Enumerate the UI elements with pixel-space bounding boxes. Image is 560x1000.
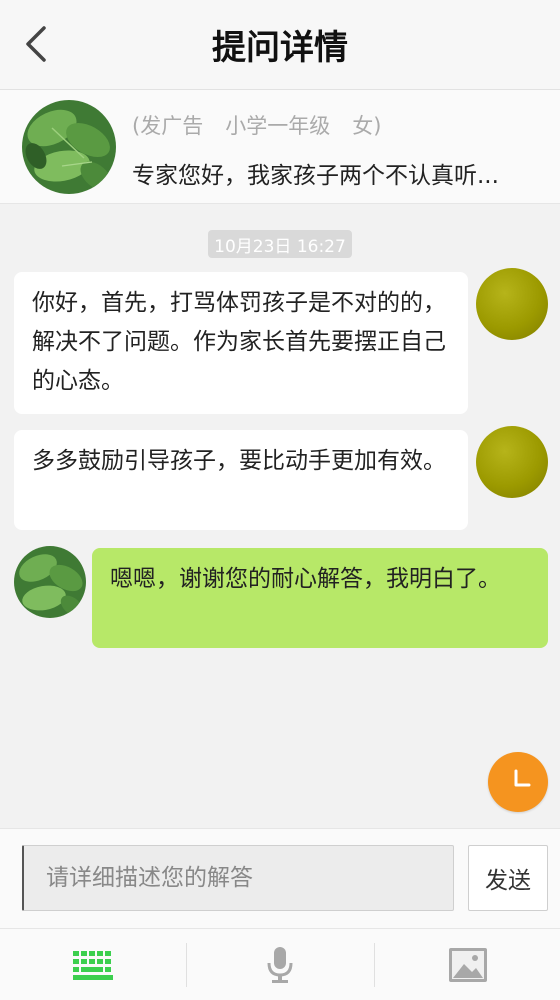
question-meta: (发广告 小学一年级 女) xyxy=(132,110,403,140)
expert-avatar xyxy=(476,426,548,498)
user-avatar xyxy=(14,546,86,618)
expert-message-bubble: 你好，首先，打骂体罚孩子是不对的的，解决不了问题。作为家长首先要摆正自己的心态。 xyxy=(14,272,468,414)
header-bar: 提问详情 xyxy=(0,0,560,90)
tab-keyboard[interactable] xyxy=(0,929,186,1000)
question-gender: 女) xyxy=(352,114,382,138)
input-bar: 发送 xyxy=(0,828,560,928)
expert-message-bubble: 多多鼓励引导孩子，要比动手更加有效。 xyxy=(14,430,468,530)
question-grade: 小学一年级 xyxy=(225,114,331,138)
question-tag: (发广告 xyxy=(132,114,204,138)
keyboard-icon xyxy=(73,951,113,980)
history-button[interactable] xyxy=(488,752,548,812)
microphone-icon xyxy=(267,947,293,983)
page-title: 提问详情 xyxy=(212,28,348,68)
tab-image[interactable] xyxy=(375,929,560,1000)
send-button[interactable]: 发送 xyxy=(468,845,548,911)
image-icon xyxy=(449,948,487,982)
tab-voice[interactable] xyxy=(187,929,373,1000)
expert-avatar xyxy=(476,268,548,340)
bottom-tab-bar xyxy=(0,928,560,1000)
asker-avatar xyxy=(22,100,116,194)
message-timestamp: 10月23日 16:27 xyxy=(208,230,352,258)
question-text: 专家您好，我家孩子两个不认真听... xyxy=(132,163,499,189)
clock-icon xyxy=(514,769,531,787)
answer-input[interactable] xyxy=(22,845,454,911)
my-message-bubble: 嗯嗯，谢谢您的耐心解答，我明白了。 xyxy=(92,548,548,648)
